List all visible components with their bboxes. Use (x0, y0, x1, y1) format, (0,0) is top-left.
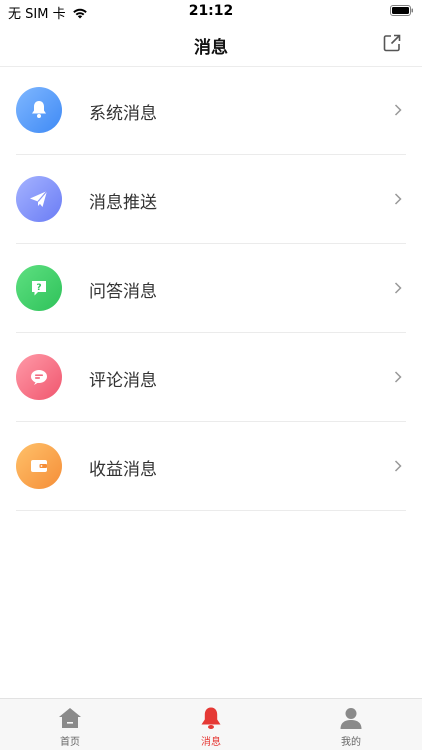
user-icon (340, 708, 362, 729)
list-item-label: 收益消息 (89, 460, 157, 480)
bell-icon (16, 87, 62, 133)
tab-label: 首页 (60, 737, 80, 748)
chevron-right-icon (394, 193, 402, 205)
list-item-system[interactable]: 系统消息 (0, 66, 422, 155)
tab-bar: 首页 消息 我的 (0, 698, 422, 750)
wallet-icon (16, 443, 62, 489)
chevron-right-icon (394, 371, 402, 383)
list-item-label: 消息推送 (89, 193, 157, 213)
list-item-label: 系统消息 (89, 104, 157, 124)
page-title: 消息 (194, 38, 228, 58)
bell-icon (201, 707, 221, 729)
battery-icon (390, 5, 413, 16)
paper-plane-icon (16, 176, 62, 222)
list-item-label: 问答消息 (89, 282, 157, 302)
tab-label: 我的 (341, 737, 361, 748)
status-bar: 无 SIM 卡 21:12 (0, 0, 422, 22)
list-item-comment[interactable]: 评论消息 (0, 333, 422, 422)
svg-text:?: ? (36, 283, 41, 293)
comment-icon (16, 354, 62, 400)
divider (16, 510, 406, 511)
list-item-push[interactable]: 消息推送 (0, 155, 422, 244)
tab-home[interactable]: 首页 (25, 705, 115, 748)
nav-bar: 消息 (0, 22, 422, 67)
share-icon[interactable] (382, 33, 402, 53)
chevron-right-icon (394, 282, 402, 294)
home-icon (59, 708, 81, 728)
list-item-label: 评论消息 (89, 371, 157, 391)
message-list: 系统消息 消息推送 ? 问答消息 评论消息 收益消息 (0, 66, 422, 511)
tab-label: 消息 (201, 737, 221, 748)
chevron-right-icon (394, 460, 402, 472)
chevron-right-icon (394, 104, 402, 116)
status-time: 21:12 (188, 3, 234, 19)
question-icon: ? (16, 265, 62, 311)
list-item-earnings[interactable]: 收益消息 (0, 422, 422, 511)
list-item-qa[interactable]: ? 问答消息 (0, 244, 422, 333)
tab-messages[interactable]: 消息 (166, 705, 256, 748)
tab-profile[interactable]: 我的 (306, 705, 396, 748)
